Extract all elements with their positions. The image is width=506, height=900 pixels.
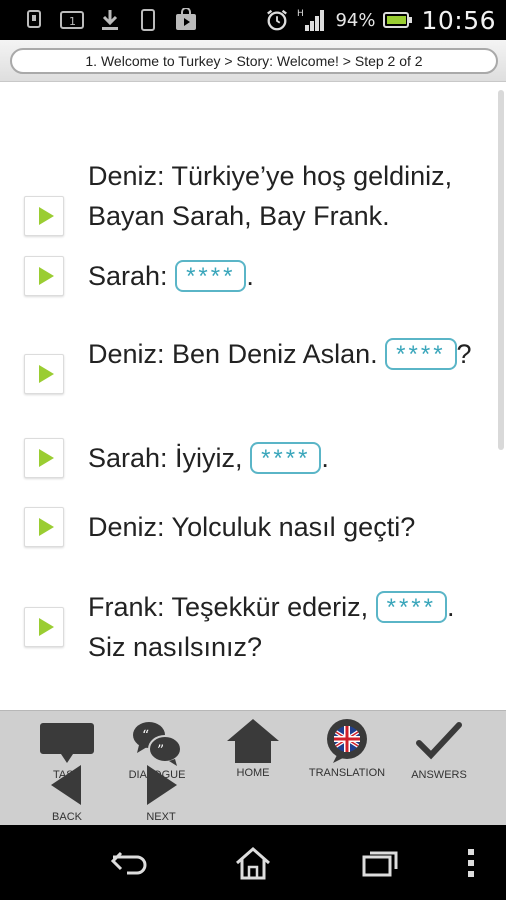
- translation-button[interactable]: TRANSLATION: [302, 717, 392, 789]
- download-icon: [98, 8, 122, 32]
- checkmark-icon: [416, 722, 462, 760]
- answers-button[interactable]: ANSWERS: [394, 719, 484, 791]
- play-icon: [38, 207, 54, 225]
- overflow-menu-icon: [468, 849, 474, 877]
- sd-card-icon: 1: [60, 8, 84, 32]
- battery-percent: 94%: [335, 9, 376, 31]
- home-icon: [227, 719, 279, 763]
- network-type-label: H: [297, 9, 304, 19]
- dialogue-text: Deniz: Yolculuk nasıl geçti?: [88, 507, 483, 547]
- app-window: 1. Welcome to Turkey > Story: Welcome! >…: [0, 40, 506, 825]
- scrollbar[interactable]: [498, 90, 504, 450]
- notification-icons: 1: [22, 7, 198, 33]
- next-label: NEXT: [146, 811, 176, 823]
- play-icon: [38, 518, 54, 536]
- play-audio-button[interactable]: [24, 196, 64, 236]
- back-arrow-icon: [51, 765, 81, 805]
- usb-debug-icon: [22, 8, 46, 32]
- answer-blank[interactable]: ****: [250, 441, 322, 474]
- dialogue-text-segment: Deniz: Türkiye’ye hoş geldiniz, Bayan Sa…: [88, 161, 453, 231]
- next-button[interactable]: NEXT: [116, 765, 206, 825]
- dialogue-text-segment: Deniz: Ben Deniz Aslan.: [88, 339, 386, 369]
- play-audio-button[interactable]: [24, 256, 64, 296]
- status-bar: 1 H 94% 10:56: [0, 0, 506, 40]
- dialogue-line: Sarah: ****.: [0, 256, 490, 296]
- answer-blank[interactable]: ****: [385, 337, 457, 370]
- dialogue-text: Deniz: Ben Deniz Aslan. ****?: [88, 334, 483, 374]
- home-button[interactable]: HOME: [208, 717, 298, 789]
- battery-icon: [383, 8, 413, 32]
- svg-text:”: ”: [157, 743, 164, 759]
- play-icon: [38, 365, 54, 383]
- nav-recent-apps-icon: [362, 851, 398, 877]
- play-icon: [38, 449, 54, 467]
- nav-home-icon: [236, 847, 270, 880]
- breadcrumb-bar: 1. Welcome to Turkey > Story: Welcome! >…: [0, 40, 506, 82]
- alarm-icon: [265, 8, 289, 32]
- dialogue-text-segment: Sarah:: [88, 261, 176, 291]
- dialogue-line: Sarah: İyiyiz, ****.: [0, 438, 490, 478]
- dialogue-content[interactable]: Deniz: Türkiye’ye hoş geldiniz, Bayan Sa…: [0, 82, 506, 710]
- next-arrow-icon: [147, 765, 177, 805]
- answer-blank[interactable]: ****: [175, 259, 247, 292]
- play-audio-button[interactable]: [24, 354, 64, 394]
- nav-recent-apps-button[interactable]: [356, 843, 404, 883]
- dialogue-text-segment: .: [246, 261, 254, 291]
- dialogue-text-segment: Deniz: Yolculuk nasıl geçti?: [88, 512, 416, 542]
- nav-menu-button[interactable]: [456, 843, 486, 883]
- answers-label: ANSWERS: [411, 769, 467, 781]
- phone-icon: [136, 8, 160, 32]
- play-audio-button[interactable]: [24, 438, 64, 478]
- play-audio-button[interactable]: [24, 607, 64, 647]
- nav-back-icon: [110, 851, 147, 875]
- answer-blank[interactable]: ****: [375, 590, 447, 623]
- android-nav-bar: [0, 825, 506, 900]
- dialogue-text-segment: ?: [456, 339, 472, 369]
- dialogue-text-segment: .: [321, 443, 329, 473]
- clock: 10:56: [421, 5, 496, 35]
- svg-text:1: 1: [69, 15, 76, 28]
- play-audio-button[interactable]: [24, 507, 64, 547]
- translation-icon: [327, 719, 367, 763]
- signal-icon: H: [297, 8, 327, 32]
- back-label: BACK: [52, 811, 82, 823]
- dialogue-text-segment: Frank: Teşekkür ederiz,: [88, 592, 376, 622]
- dialogue-icon: “”: [133, 722, 182, 766]
- dialogue-line: Frank: Teşekkür ederiz, ****. Siz nasıls…: [0, 587, 490, 667]
- play-icon: [38, 618, 54, 636]
- dialogue-line: Deniz: Yolculuk nasıl geçti?: [0, 507, 490, 547]
- bottom-toolbar: TASK “” DIALOGUE HOME TRANSLATION ANSWER…: [0, 710, 506, 825]
- breadcrumb: 1. Welcome to Turkey > Story: Welcome! >…: [10, 48, 498, 74]
- store-icon: [174, 8, 198, 32]
- dialogue-text: Deniz: Türkiye’ye hoş geldiniz, Bayan Sa…: [88, 156, 483, 236]
- play-icon: [38, 267, 54, 285]
- dialogue-text-segment: Sarah: İyiyiz,: [88, 443, 251, 473]
- dialogue-text: Frank: Teşekkür ederiz, ****. Siz nasıls…: [88, 587, 483, 667]
- dialogue-line: Deniz: Ben Deniz Aslan. ****?: [0, 334, 490, 414]
- dialogue-text: Sarah: İyiyiz, ****.: [88, 438, 483, 478]
- nav-back-button[interactable]: [105, 843, 153, 883]
- home-label: HOME: [236, 767, 270, 779]
- back-button[interactable]: BACK: [22, 765, 112, 825]
- translation-label: TRANSLATION: [308, 767, 386, 779]
- system-icons: H 94% 10:56: [265, 5, 496, 35]
- task-icon: [40, 723, 94, 763]
- svg-text:“: “: [142, 728, 149, 744]
- nav-home-button[interactable]: [229, 843, 277, 883]
- dialogue-text: Sarah: ****.: [88, 256, 483, 296]
